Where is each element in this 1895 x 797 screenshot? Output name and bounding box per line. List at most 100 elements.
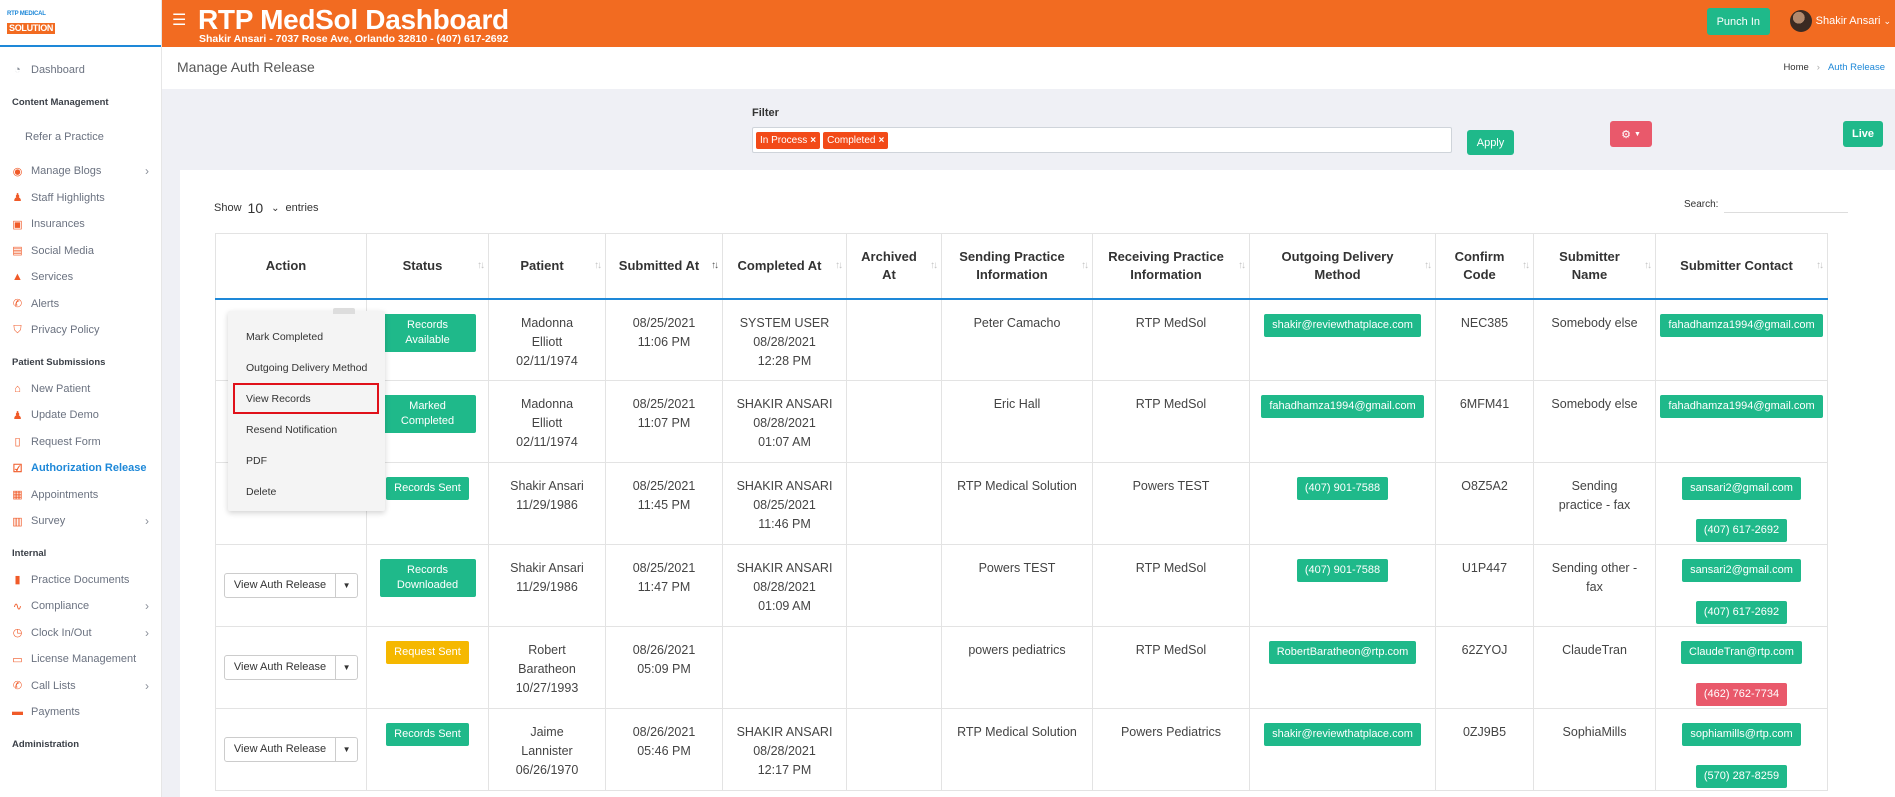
contact-badge[interactable]: fahadhamza1994@gmail.com	[1660, 395, 1823, 418]
cell-submitted-at: 08/25/2021 11:45 PM	[605, 462, 723, 545]
sidebar-item-privacy-policy[interactable]: ⛉ Privacy Policy	[0, 317, 161, 344]
patient-text: 10/27/1993	[515, 681, 579, 695]
cell-submitted-at: 08/26/2021 05:09 PM	[605, 626, 723, 709]
sidebar-item-request-form[interactable]: ▯ Request Form	[0, 429, 161, 456]
view-auth-release-button[interactable]: View Auth Release	[225, 738, 337, 761]
col-submitted-at[interactable]: Submitted At ↑↓	[605, 233, 723, 300]
completed-text: 08/28/2021	[753, 416, 816, 430]
patient-text: Madonna	[520, 315, 574, 330]
remove-chip-icon[interactable]: ×	[878, 135, 884, 146]
contact-badge[interactable]: ClaudeTran@rtp.com	[1681, 641, 1802, 664]
live-button[interactable]: Live	[1843, 121, 1883, 147]
sidebar-item-insurances[interactable]: ▣ Insurances	[0, 211, 161, 238]
sidebar-item-social-media[interactable]: ▤ Social Media	[0, 238, 161, 265]
sidebar-item-compliance[interactable]: ∿ Compliance ›	[0, 593, 161, 620]
sidebar-item-update-demo[interactable]: ♟ Update Demo	[0, 402, 161, 429]
view-auth-release-button[interactable]: View Auth Release	[225, 574, 337, 597]
sidebar-item-call-lists[interactable]: ✆ Call Lists ›	[0, 673, 161, 700]
punch-in-button[interactable]: Punch In	[1706, 8, 1770, 35]
sidebar-item-authorization-release[interactable]: ☑ Authorization Release	[0, 455, 161, 482]
breadcrumb-home[interactable]: Home	[1783, 62, 1808, 73]
apply-button[interactable]: Apply	[1467, 130, 1514, 155]
sidebar-item-services[interactable]: ▲ Services	[0, 264, 161, 291]
phone-icon: ✆	[12, 680, 23, 693]
col-sending-practice[interactable]: Sending Practice Information ↑↓	[941, 233, 1093, 300]
contact-badge[interactable]: (407) 617-2692	[1695, 519, 1788, 542]
menu-item-view-records[interactable]: View Records	[233, 383, 379, 414]
cell-sending-practice: Peter Camacho	[941, 298, 1093, 381]
col-outgoing-delivery[interactable]: Outgoing Delivery Method ↑↓	[1249, 233, 1436, 300]
user-menu[interactable]: Shakir Ansari ⌄	[1789, 10, 1891, 32]
sidebar-item-manage-blogs[interactable]: ◉ Manage Blogs ›	[0, 158, 161, 185]
col-receiving-practice[interactable]: Receiving Practice Information ↑↓	[1092, 233, 1250, 300]
menu-item-outgoing-delivery-method[interactable]: Outgoing Delivery Method	[228, 352, 385, 383]
remove-chip-icon[interactable]: ×	[810, 135, 816, 146]
sidebar-item-staff-highlights[interactable]: ♟ Staff Highlights	[0, 185, 161, 212]
contact-badge[interactable]: sansari2@gmail.com	[1682, 477, 1801, 500]
search-input[interactable]	[1724, 195, 1849, 213]
outgoing-method-badge[interactable]: (407) 901-7588	[1296, 559, 1389, 582]
sidebar-item-label: Services	[31, 271, 74, 284]
chevron-right-icon: ›	[145, 678, 149, 693]
sort-asc-icon: ↑↓	[711, 259, 719, 271]
sidebar-item-license[interactable]: ▭ License Management	[0, 646, 161, 673]
col-label: Name	[1571, 266, 1608, 282]
col-archived-at[interactable]: Archived At ↑↓	[846, 233, 942, 300]
home-icon: ⌂	[14, 382, 21, 395]
cell-confirm-code: 6MFM41	[1435, 380, 1534, 463]
outgoing-method-badge[interactable]: RobertBaratheon@rtp.com	[1268, 641, 1417, 664]
caret-down-icon[interactable]: ▼	[336, 574, 357, 597]
section-administration: Administration	[12, 739, 80, 750]
contact-badge[interactable]: (462) 762-7734	[1695, 683, 1788, 706]
contact-badge[interactable]: sophiamills@rtp.com	[1682, 723, 1801, 746]
outgoing-method-badge[interactable]: shakir@reviewthatplace.com	[1264, 313, 1421, 337]
col-submitter-name[interactable]: Submitter Name ↑↓	[1533, 233, 1656, 300]
outgoing-method-badge[interactable]: shakir@reviewthatplace.com	[1264, 723, 1421, 746]
money-icon: ▬	[12, 706, 23, 719]
sidebar-item-appointments[interactable]: ▦ Appointments	[0, 482, 161, 509]
hamburger-menu-icon[interactable]: ☰	[172, 10, 186, 30]
sidebar-item-alerts[interactable]: ✆ Alerts	[0, 291, 161, 318]
cell-archived-at	[846, 544, 942, 627]
col-confirm-code[interactable]: Confirm Code ↑↓	[1435, 233, 1534, 300]
sidebar-item-practice-documents[interactable]: ▮ Practice Documents	[0, 567, 161, 594]
logo[interactable]: RTP MEDICAL SOLUTION	[7, 11, 56, 35]
contact-badge[interactable]: (570) 287-8259	[1695, 765, 1788, 788]
status-wrap: Records Available	[367, 313, 488, 352]
dropdown-toggle[interactable]	[333, 308, 355, 314]
sidebar-item-dashboard[interactable]: ◔ Dashboard	[0, 57, 161, 84]
menu-item-mark-completed[interactable]: Mark Completed	[228, 321, 385, 352]
view-auth-release-button[interactable]: View Auth Release	[225, 656, 337, 679]
contact-badge[interactable]: (407) 617-2692	[1695, 601, 1788, 624]
settings-button[interactable]: ⚙ ▼	[1610, 121, 1652, 147]
sidebar-item-clock[interactable]: ◷ Clock In/Out ›	[0, 620, 161, 647]
sidebar-item-survey[interactable]: ▥ Survey ›	[0, 508, 161, 535]
table-body: Records Available Madonna Elliott 02/11/197…	[215, 298, 1828, 791]
caret-down-icon[interactable]: ▼	[336, 738, 357, 761]
logo-area: RTP MEDICAL SOLUTION	[0, 0, 161, 47]
completed-text: SHAKIR ANSARI	[736, 479, 833, 493]
sidebar-item-new-patient[interactable]: ⌂ New Patient	[0, 376, 161, 403]
outgoing-method-badge[interactable]: (407) 901-7588	[1296, 477, 1389, 500]
menu-item-delete[interactable]: Delete	[228, 476, 385, 507]
menu-item-pdf[interactable]: PDF	[228, 445, 385, 476]
filter-chip-completed[interactable]: Completed ×	[823, 131, 889, 149]
cell-sending-practice: Eric Hall	[941, 380, 1093, 463]
contact-badge[interactable]: sansari2@gmail.com	[1682, 559, 1801, 582]
caret-down-icon[interactable]: ▼	[336, 656, 357, 679]
filter-chip-in-process[interactable]: In Process ×	[756, 131, 821, 149]
col-completed-at[interactable]: Completed At ↑↓	[722, 233, 847, 300]
table-row: Records Sent Shakir Ansari 11/29/1986 08/25…	[215, 462, 1828, 545]
contact-badge[interactable]: fahadhamza1994@gmail.com	[1660, 313, 1823, 337]
sidebar-item-label: Staff Highlights	[31, 191, 105, 204]
col-status[interactable]: Status ↑↓	[366, 233, 489, 300]
sidebar-item-refer[interactable]: Refer a Practice	[0, 124, 161, 151]
col-submitter-contact[interactable]: Submitter Contact ↑↓	[1655, 233, 1828, 300]
entries-select[interactable]: 10 ⌄	[248, 200, 280, 216]
sidebar-item-payments[interactable]: ▬ Payments	[0, 699, 161, 726]
menu-item-resend-notification[interactable]: Resend Notification	[228, 414, 385, 445]
col-patient[interactable]: Patient ↑↓	[488, 233, 606, 300]
outgoing-method-badge[interactable]: fahadhamza1994@gmail.com	[1261, 395, 1424, 418]
patient-text: 11/29/1986	[516, 580, 578, 594]
filter-input[interactable]: In Process × Completed ×	[752, 127, 1452, 153]
